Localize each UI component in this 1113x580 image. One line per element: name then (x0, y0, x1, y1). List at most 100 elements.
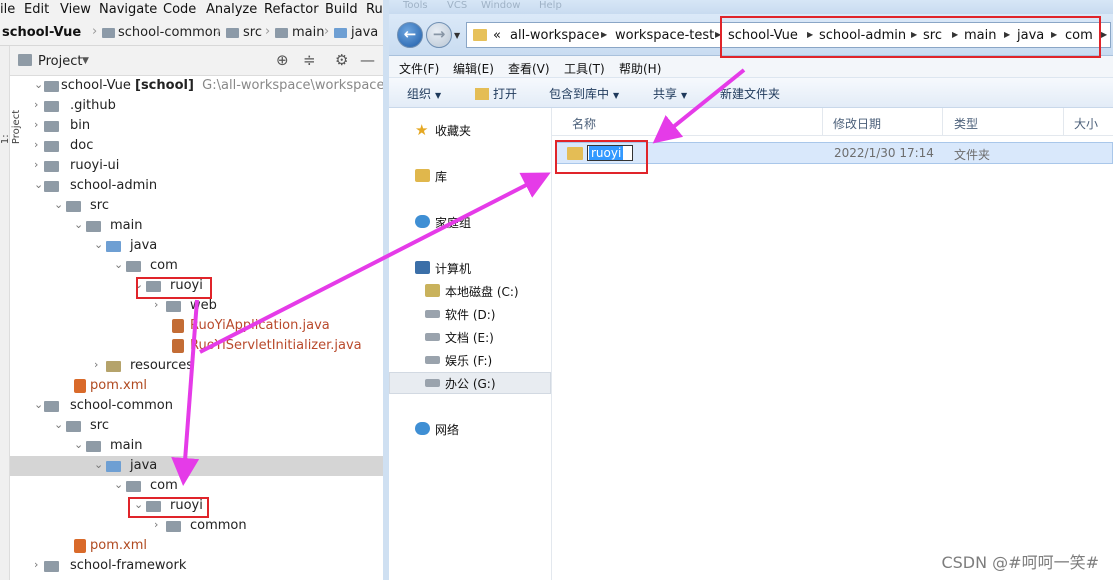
nav-crumb-src[interactable]: src (243, 25, 262, 40)
tree-row-common-com[interactable]: ⌄ com (10, 476, 383, 496)
project-view-selector[interactable]: Project (38, 54, 82, 69)
nav-drive-c[interactable]: 本地磁盘 (C:) (389, 280, 551, 302)
tree-row-resources[interactable]: › resources (10, 356, 383, 376)
chevron-right-icon[interactable]: › (94, 358, 104, 371)
hide-icon[interactable]: — (360, 51, 375, 69)
tree-row-school-common[interactable]: ⌄ school-common (10, 396, 383, 416)
tree-row-ruoyi-servlet-initializer[interactable]: RuoYiServletInitializer.java (10, 336, 383, 356)
nav-computer[interactable]: 计算机 (389, 257, 551, 279)
menu-run[interactable]: Ru (366, 2, 383, 17)
menu-navigate[interactable]: Navigate (99, 2, 157, 17)
tree-row-java[interactable]: ⌄ java (10, 236, 383, 256)
tree-row-common-java-selected[interactable]: ⌄ java (10, 456, 383, 476)
dropdown-arrow-icon[interactable]: ▼ (82, 56, 89, 66)
address-crumb-all-workspace[interactable]: all-workspace (510, 28, 599, 43)
column-type[interactable]: 类型 (954, 115, 978, 132)
gear-icon[interactable]: ⚙ (335, 51, 348, 69)
chevron-down-icon[interactable]: ⌄ (34, 78, 44, 91)
tree-row-school-admin[interactable]: ⌄ school-admin (10, 176, 383, 196)
nav-network[interactable]: 网络 (389, 418, 551, 440)
address-crumb-workspace-test[interactable]: workspace-test (615, 28, 714, 43)
nav-drive-d[interactable]: 软件 (D:) (389, 303, 551, 325)
nav-homegroup[interactable]: 家庭组 (389, 211, 551, 233)
recent-locations-dropdown-icon[interactable]: ▼ (454, 31, 460, 40)
tree-row-common-main[interactable]: ⌄ main (10, 436, 383, 456)
column-size[interactable]: 大小 (1074, 115, 1098, 132)
tree-row-admin-pom[interactable]: pom.xml (10, 376, 383, 396)
system-drive-icon (425, 284, 440, 297)
nav-drive-g-selected[interactable]: 办公 (G:) (389, 372, 551, 394)
tree-row-common-pom[interactable]: pom.xml (10, 536, 383, 556)
chevron-down-icon[interactable]: ⌄ (94, 238, 104, 251)
open-button[interactable]: 打开 (475, 85, 517, 102)
column-modified[interactable]: 修改日期 (833, 115, 881, 132)
menu-file[interactable]: ile (0, 2, 15, 17)
nav-favorites[interactable]: ★ 收藏夹 (389, 119, 551, 141)
project-panel-header: Project ▼ ⊕ ≑ ⚙ — (10, 46, 383, 76)
chevron-down-icon[interactable]: ⌄ (114, 478, 124, 491)
tree-row-bin[interactable]: › bin (10, 116, 383, 136)
menu-tools[interactable]: 工具(T) (564, 60, 605, 77)
menu-refactor[interactable]: Refactor (264, 2, 319, 17)
include-in-library-button[interactable]: 包含到库中 ▼ (549, 85, 619, 102)
chevron-right-icon[interactable]: › (34, 98, 44, 111)
new-folder-button[interactable]: 新建文件夹 (720, 85, 780, 102)
nav-crumb-main[interactable]: main (292, 25, 324, 40)
locate-icon[interactable]: ⊕ (276, 51, 289, 69)
chevron-right-icon[interactable]: › (34, 118, 44, 131)
menu-build[interactable]: Build (325, 2, 358, 17)
chevron-down-icon[interactable]: ⌄ (34, 398, 44, 411)
chevron-right-icon[interactable]: › (154, 298, 164, 311)
tree-row-project-root[interactable]: ⌄ school-Vue [school] G:\all-workspace\w… (10, 76, 432, 96)
chevron-down-icon[interactable]: ⌄ (74, 438, 84, 451)
column-divider[interactable] (1063, 108, 1064, 136)
nav-drive-f[interactable]: 娱乐 (F:) (389, 349, 551, 371)
organize-button[interactable]: 组织 ▼ (407, 85, 441, 102)
menu-edit[interactable]: 编辑(E) (453, 60, 494, 77)
forward-button[interactable]: → (426, 22, 452, 48)
nav-crumb-module[interactable]: school-common (118, 25, 221, 40)
chevron-down-icon[interactable]: ⌄ (94, 458, 104, 471)
library-icon (415, 169, 430, 182)
chevron-right-icon[interactable]: ▶ (601, 30, 607, 39)
collapse-all-icon[interactable]: ≑ (303, 51, 316, 69)
menu-view[interactable]: 查看(V) (508, 60, 550, 77)
tree-row-com[interactable]: ⌄ com (10, 256, 383, 276)
chevron-down-icon[interactable]: ⌄ (54, 418, 64, 431)
tree-row-common-src[interactable]: ⌄ src (10, 416, 383, 436)
nav-libraries[interactable]: 库 (389, 165, 551, 187)
chevron-right-icon[interactable]: › (34, 558, 44, 571)
tree-row-ruoyi-ui[interactable]: › ruoyi-ui (10, 156, 383, 176)
menu-help[interactable]: 帮助(H) (619, 60, 661, 77)
chevron-right-icon[interactable]: › (34, 158, 44, 171)
column-divider[interactable] (822, 108, 823, 136)
tree-row-src[interactable]: ⌄ src (10, 196, 383, 216)
tree-row-school-framework[interactable]: › school-framework (10, 556, 383, 576)
tree-row-ruoyi-application[interactable]: RuoYiApplication.java (10, 316, 383, 336)
tree-row-doc[interactable]: › doc (10, 136, 383, 156)
tree-row-web[interactable]: › web (10, 296, 383, 316)
chevron-right-icon[interactable]: ▶ (1101, 30, 1107, 39)
nav-crumb-java[interactable]: java (351, 25, 378, 40)
tree-row-common-common[interactable]: › common (10, 516, 383, 536)
chevron-down-icon[interactable]: ⌄ (74, 218, 84, 231)
chevron-right-icon[interactable]: › (154, 518, 164, 531)
column-divider[interactable] (942, 108, 943, 136)
chevron-right-icon[interactable]: › (34, 138, 44, 151)
column-name[interactable]: 名称 (572, 115, 596, 132)
address-overflow[interactable]: « (493, 28, 501, 43)
menu-edit[interactable]: Edit (24, 2, 49, 17)
tree-row-main[interactable]: ⌄ main (10, 216, 383, 236)
chevron-down-icon[interactable]: ⌄ (34, 178, 44, 191)
menu-analyze[interactable]: Analyze (206, 2, 257, 17)
menu-view[interactable]: View (60, 2, 91, 17)
menu-code[interactable]: Code (163, 2, 196, 17)
share-button[interactable]: 共享 ▼ (653, 85, 687, 102)
menu-file[interactable]: 文件(F) (399, 60, 439, 77)
chevron-down-icon[interactable]: ⌄ (114, 258, 124, 271)
nav-drive-e[interactable]: 文档 (E:) (389, 326, 551, 348)
nav-crumb-project[interactable]: school-Vue (2, 25, 81, 40)
back-button[interactable]: ← (397, 22, 423, 48)
chevron-down-icon[interactable]: ⌄ (54, 198, 64, 211)
tree-row-github[interactable]: › .github (10, 96, 383, 116)
